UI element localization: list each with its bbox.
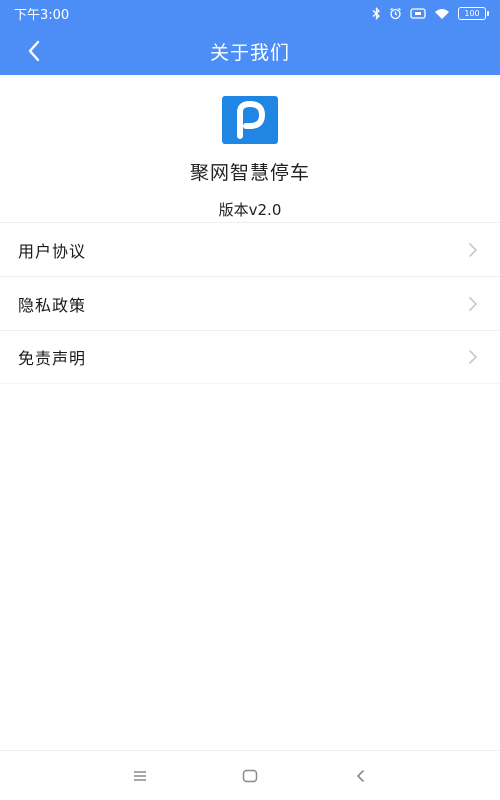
chevron-right-icon — [468, 349, 480, 365]
menu-icon — [134, 770, 146, 781]
wifi-icon — [434, 8, 450, 20]
status-icons: 100 — [372, 7, 489, 20]
status-time: 下午3:00 — [14, 8, 70, 23]
app-logo — [222, 96, 278, 144]
chevron-right-icon — [468, 242, 480, 258]
parking-p-logo — [237, 100, 266, 139]
menu-list: 用户协议 隐私政策 免责声明 — [0, 222, 500, 384]
sim-icon — [410, 8, 426, 19]
status-bar: 下午3:00 100 — [0, 0, 500, 27]
system-back-button[interactable] — [346, 762, 374, 790]
chevron-right-icon — [468, 296, 480, 312]
battery-level: 100 — [464, 9, 480, 18]
home-button[interactable] — [236, 762, 264, 790]
privacy-policy-item[interactable]: 隐私政策 — [0, 276, 500, 330]
menu-button[interactable] — [126, 762, 154, 790]
bluetooth-icon — [372, 7, 381, 20]
disclaimer-item[interactable]: 免责声明 — [0, 330, 500, 384]
back-button[interactable] — [18, 35, 50, 67]
home-icon — [242, 769, 258, 782]
app-info: 聚网智慧停车 版本v2.0 — [0, 96, 500, 220]
app-version: 版本v2.0 — [218, 201, 282, 219]
menu-item-label: 隐私政策 — [18, 295, 87, 315]
battery-icon: 100 — [458, 7, 489, 20]
app-name: 聚网智慧停车 — [189, 162, 310, 184]
user-agreement-item[interactable]: 用户协议 — [0, 222, 500, 276]
alarm-icon — [389, 7, 402, 20]
back-arrow-icon — [28, 40, 40, 62]
menu-item-label: 用户协议 — [18, 241, 87, 261]
menu-item-label: 免责声明 — [18, 349, 87, 368]
about-us-screen: 下午3:00 100 关于我们 聚网智慧停车 版本v2.0 用户协议 隐私政策 … — [0, 0, 500, 800]
system-nav-bar — [0, 750, 500, 800]
back-icon — [357, 769, 364, 782]
app-header: 关于我们 — [0, 27, 500, 75]
page-title: 关于我们 — [209, 41, 290, 64]
